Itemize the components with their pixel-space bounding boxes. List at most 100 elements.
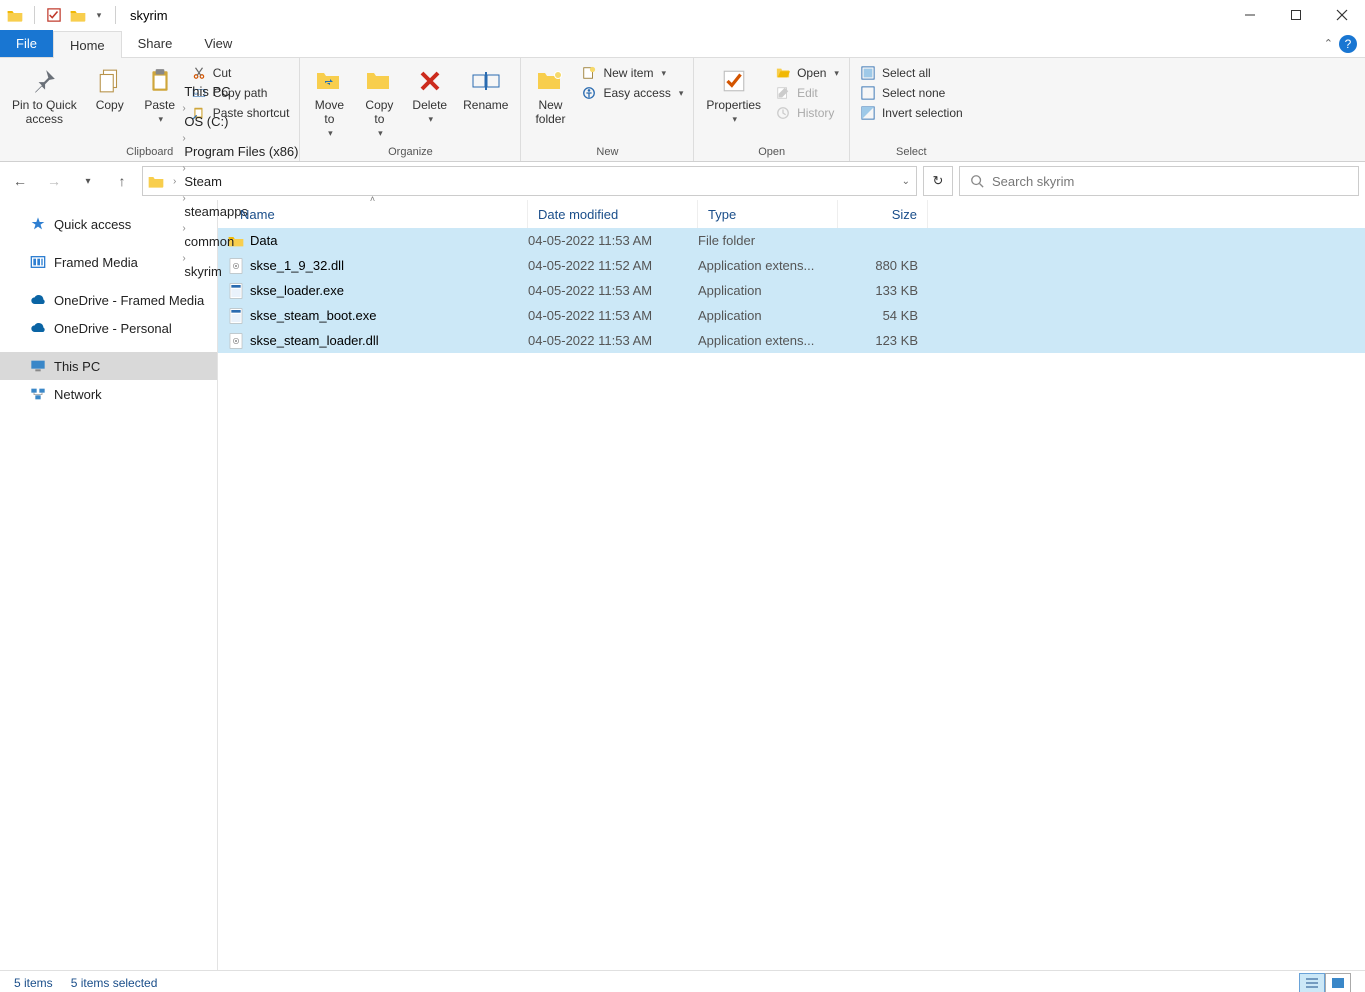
group-label-select: Select (856, 144, 967, 161)
edit-button[interactable]: Edit (771, 84, 843, 102)
edit-icon (775, 85, 791, 101)
breadcrumb-segment[interactable]: OS (C:) (180, 114, 302, 129)
column-name[interactable]: Name˄ (218, 200, 528, 228)
dll-icon (228, 333, 244, 349)
delete-button[interactable]: Delete▾ (406, 64, 453, 127)
breadcrumb-segment[interactable]: Program Files (x86) (180, 144, 302, 159)
search-input[interactable] (992, 174, 1358, 189)
table-row[interactable]: Data04-05-2022 11:53 AMFile folder (218, 228, 1365, 253)
ribbon-group-open: Properties▾ Open▾ Edit History Open (694, 58, 850, 161)
search-box[interactable] (959, 166, 1359, 196)
minimize-button[interactable] (1227, 0, 1273, 30)
cut-button[interactable]: Cut (187, 64, 294, 82)
breadcrumb-segment[interactable]: skyrim (180, 264, 302, 279)
recent-locations-button[interactable]: ▾ (74, 167, 102, 195)
tab-share[interactable]: Share (122, 30, 189, 57)
copy-button[interactable]: Copy (87, 64, 133, 114)
tab-view[interactable]: View (188, 30, 248, 57)
easy-access-label: Easy access (603, 86, 670, 100)
table-row[interactable]: skse_1_9_32.dll04-05-2022 11:52 AMApplic… (218, 253, 1365, 278)
new-folder-icon (535, 66, 565, 96)
history-button[interactable]: History (771, 104, 843, 122)
file-name: skse_steam_boot.exe (250, 308, 376, 323)
breadcrumb[interactable]: › This PC›OS (C:)›Program Files (x86)›St… (142, 166, 917, 196)
folder-icon[interactable] (69, 6, 87, 24)
network-icon (30, 386, 46, 402)
chevron-right-icon[interactable]: › (180, 193, 187, 204)
table-row[interactable]: skse_steam_loader.dll04-05-2022 11:53 AM… (218, 328, 1365, 353)
rename-label: Rename (463, 98, 508, 112)
select-none-label: Select none (882, 86, 945, 100)
sidebar-item[interactable]: This PC (0, 352, 217, 380)
chevron-right-icon[interactable]: › (180, 223, 187, 234)
chevron-right-icon[interactable]: › (180, 103, 187, 114)
title-bar: ▾ skyrim (0, 0, 1365, 30)
tab-home[interactable]: Home (53, 31, 122, 58)
new-item-label: New item (603, 66, 653, 80)
help-icon[interactable]: ? (1339, 35, 1357, 53)
ribbon-group-new: New folder New item▾ Easy access▾ New (521, 58, 694, 161)
table-row[interactable]: skse_loader.exe04-05-2022 11:53 AMApplic… (218, 278, 1365, 303)
move-to-icon (314, 66, 344, 96)
window-title: skyrim (130, 8, 168, 23)
paste-button[interactable]: Paste ▾ (137, 64, 183, 127)
large-icons-view-button[interactable] (1325, 973, 1351, 992)
chevron-right-icon[interactable]: › (180, 133, 187, 144)
select-none-button[interactable]: Select none (856, 84, 967, 102)
breadcrumb-segment[interactable]: common (180, 234, 302, 249)
column-size[interactable]: Size (838, 200, 928, 228)
pin-label: Pin to Quick access (12, 98, 77, 126)
details-view-button[interactable] (1299, 973, 1325, 992)
easy-access-button[interactable]: Easy access▾ (577, 84, 687, 102)
status-bar: 5 items 5 items selected (0, 970, 1365, 992)
forward-button[interactable]: → (40, 167, 68, 195)
breadcrumb-segment[interactable]: This PC (180, 84, 302, 99)
column-type[interactable]: Type (698, 200, 838, 228)
select-all-button[interactable]: Select all (856, 64, 967, 82)
column-date[interactable]: Date modified (528, 200, 698, 228)
sidebar-item-label: Quick access (54, 217, 131, 232)
pin-quick-access-button[interactable]: Pin to Quick access (6, 64, 83, 128)
file-type: File folder (698, 233, 838, 248)
collapse-ribbon-icon[interactable]: ⌃ (1324, 37, 1333, 50)
file-size: 133 KB (838, 283, 928, 298)
invert-selection-button[interactable]: Invert selection (856, 104, 967, 122)
file-name: skse_steam_loader.dll (250, 333, 379, 348)
table-row[interactable]: skse_steam_boot.exe04-05-2022 11:53 AMAp… (218, 303, 1365, 328)
status-selected-count: 5 items selected (71, 976, 158, 990)
file-type: Application (698, 283, 838, 298)
nav-bar: ← → ▾ ↑ › This PC›OS (C:)›Program Files … (0, 162, 1365, 200)
move-to-button[interactable]: Move to▾ (306, 64, 352, 141)
refresh-button[interactable]: ↻ (923, 166, 953, 196)
new-item-button[interactable]: New item▾ (577, 64, 687, 82)
maximize-button[interactable] (1273, 0, 1319, 30)
checkbox-icon[interactable] (45, 6, 63, 24)
chevron-right-icon[interactable]: › (180, 253, 187, 264)
view-switcher (1299, 973, 1351, 992)
qat-dropdown-icon[interactable]: ▾ (93, 6, 105, 24)
sidebar-item[interactable]: OneDrive - Framed Media (0, 286, 217, 314)
chevron-right-icon[interactable]: › (180, 163, 187, 174)
invert-selection-label: Invert selection (882, 106, 963, 120)
new-folder-button[interactable]: New folder (527, 64, 573, 128)
properties-icon (719, 66, 749, 96)
close-button[interactable] (1319, 0, 1365, 30)
sidebar-item-label: This PC (54, 359, 100, 374)
history-label: History (797, 106, 834, 120)
sidebar-item-label: OneDrive - Framed Media (54, 293, 204, 308)
back-button[interactable]: ← (6, 167, 34, 195)
pc-icon (30, 358, 46, 374)
chevron-right-icon[interactable]: › (171, 176, 178, 187)
exe-icon (228, 308, 244, 324)
up-button[interactable]: ↑ (108, 167, 136, 195)
move-to-label: Move to (315, 98, 344, 126)
open-button[interactable]: Open▾ (771, 64, 843, 82)
tab-file[interactable]: File (0, 30, 53, 57)
properties-button[interactable]: Properties▾ (700, 64, 767, 127)
breadcrumb-segment[interactable]: Steam (180, 174, 302, 189)
copy-to-button[interactable]: Copy to▾ (356, 64, 402, 141)
rename-button[interactable]: Rename (457, 64, 514, 114)
sidebar-item[interactable]: OneDrive - Personal (0, 314, 217, 342)
breadcrumb-dropdown-icon[interactable]: ⌄ (902, 176, 910, 187)
sidebar-item[interactable]: Network (0, 380, 217, 408)
